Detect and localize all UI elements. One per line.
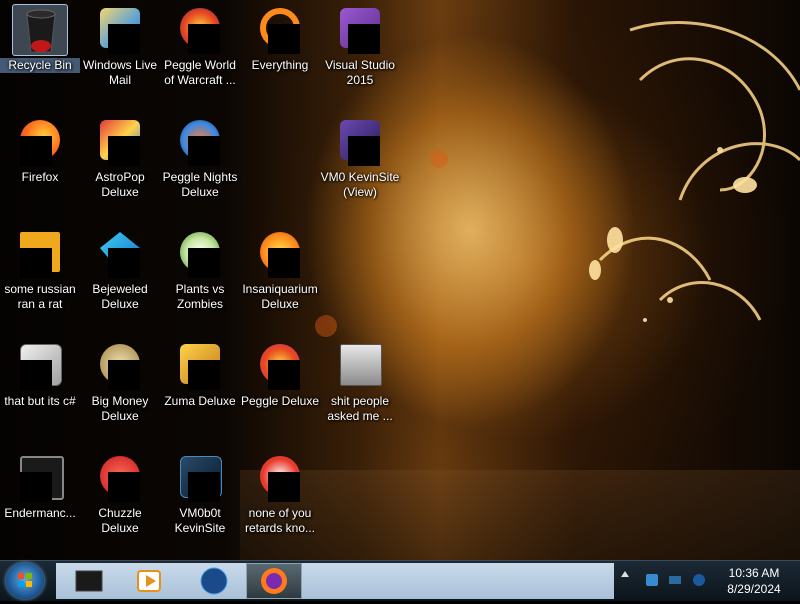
everything-search-icon xyxy=(252,4,308,56)
desktop-icon-peggle-wow[interactable]: Peggle World of Warcraft ... xyxy=(160,0,240,108)
folder-icon xyxy=(332,340,388,392)
desktop-icon-bejeweled[interactable]: Bejeweled Deluxe xyxy=(80,224,160,332)
desktop-icon-label: Chuzzle Deluxe xyxy=(98,506,142,535)
desktop-icon-recycle-bin[interactable]: Recycle Bin xyxy=(0,0,80,108)
chuzzle-icon xyxy=(92,452,148,504)
desktop-icon-peggle[interactable]: Peggle Deluxe xyxy=(240,336,320,444)
globe-icon xyxy=(200,567,228,595)
terminal-icon xyxy=(12,452,68,504)
taskbar-button-recycle-bin[interactable] xyxy=(62,563,118,599)
desktop-icon-label: Big Money Deluxe xyxy=(91,394,149,423)
bejeweled-icon xyxy=(92,228,148,280)
desktop-icon-firefox[interactable]: Firefox xyxy=(0,112,80,220)
desktop-icon-label: Peggle World of Warcraft ... xyxy=(164,58,236,87)
desktop-icon-big-money[interactable]: Big Money Deluxe xyxy=(80,336,160,444)
desktop-icon-label: Insaniquarium Deluxe xyxy=(242,282,318,311)
desktop-icon-label: VM0b0t KevinSite xyxy=(174,506,226,535)
vm-shortcut-icon xyxy=(172,452,228,504)
peggle-wow-icon xyxy=(172,4,228,56)
network-icon[interactable] xyxy=(668,573,682,587)
clock-time: 10:36 AM xyxy=(728,566,780,580)
recycle-bin-taskbar-icon xyxy=(75,570,103,592)
recycle-bin-icon xyxy=(12,4,68,56)
desktop-icon-label: Windows Live Mail xyxy=(82,58,158,87)
desktop-icon-astropop[interactable]: AstroPop Deluxe xyxy=(80,112,160,220)
visual-studio-file-icon xyxy=(332,116,388,168)
taskbar-button-media-player[interactable] xyxy=(122,563,178,599)
show-hidden-icons-arrow-icon[interactable] xyxy=(621,571,629,577)
desktop-icon-label: Visual Studio 2015 xyxy=(325,58,395,87)
desktop-icon-none-of-you[interactable]: none of you retards kno... xyxy=(240,448,320,556)
windows-live-mail-icon xyxy=(92,4,148,56)
desktop-icon-label: Firefox xyxy=(21,170,59,184)
firefox-taskbar-icon xyxy=(261,568,287,594)
taskbar-button-globe[interactable] xyxy=(186,563,242,599)
desktop-icon-label: AstroPop Deluxe xyxy=(95,170,145,199)
desktop-icon-shit-people[interactable]: shit people asked me ... xyxy=(320,336,400,444)
desktop-icon-label: VM0 KevinSite (View) xyxy=(320,170,400,199)
desktop-icon-endermanc[interactable]: Endermanc... xyxy=(0,448,80,556)
desktop-icon-label: Peggle Nights Deluxe xyxy=(162,170,238,199)
taskbar-button-firefox[interactable] xyxy=(246,563,302,599)
taskbar: 10:36 AM 8/29/2024 xyxy=(0,560,800,601)
desktop-icon-label: shit people asked me ... xyxy=(327,394,393,423)
volume-icon[interactable] xyxy=(692,573,706,587)
desktop-icon-label: that but its c# xyxy=(4,394,76,408)
desktop-icon-insaniquarium[interactable]: Insaniquarium Deluxe xyxy=(240,224,320,332)
desktop-icon-that-but-csharp[interactable]: that but its c# xyxy=(0,336,80,444)
desktop-icon-windows-live-mail[interactable]: Windows Live Mail xyxy=(80,0,160,108)
peggle-icon xyxy=(252,340,308,392)
desktop-icon-peggle-nights[interactable]: Peggle Nights Deluxe xyxy=(160,112,240,220)
zuma-icon xyxy=(172,340,228,392)
app-icon xyxy=(252,452,308,504)
desktop-icon-chuzzle[interactable]: Chuzzle Deluxe xyxy=(80,448,160,556)
java-file-icon xyxy=(12,228,68,280)
desktop-icon-zuma[interactable]: Zuma Deluxe xyxy=(160,336,240,444)
desktop-icon-label: none of you retards kno... xyxy=(244,506,316,535)
desktop-icon-label: Endermanc... xyxy=(4,506,76,520)
wallpaper-bokeh xyxy=(430,150,448,168)
tray-app-icon[interactable] xyxy=(645,573,659,587)
wallpaper-swirls xyxy=(589,21,800,322)
peggle-nights-icon xyxy=(172,116,228,168)
windows-start-icon xyxy=(18,573,32,587)
big-money-icon xyxy=(92,340,148,392)
folder-stack-icon xyxy=(12,340,68,392)
taskbar-clock[interactable]: 10:36 AM 8/29/2024 xyxy=(712,565,796,597)
desktop-icon-everything[interactable]: Everything xyxy=(240,0,320,108)
desktop-icon-label: Zuma Deluxe xyxy=(164,394,236,408)
desktop-icon-label: some russian ran a rat xyxy=(4,282,76,311)
desktop-icon-label: Everything xyxy=(251,58,309,72)
desktop-icon-plants-vs-zombies[interactable]: Plants vs Zombies xyxy=(160,224,240,332)
wallpaper-floor xyxy=(240,470,800,560)
desktop-icon-vm0-kevinsite-view[interactable]: VM0 KevinSite (View) xyxy=(320,112,400,220)
desktop-icon-label: Bejeweled Deluxe xyxy=(92,282,148,311)
clock-date: 8/29/2024 xyxy=(727,582,781,596)
astropop-icon xyxy=(92,116,148,168)
start-button[interactable] xyxy=(6,563,44,599)
desktop-icon-some-russian[interactable]: some russian ran a rat xyxy=(0,224,80,332)
desktop-icon-label: Recycle Bin xyxy=(0,58,80,73)
plants-vs-zombies-icon xyxy=(172,228,228,280)
insaniquarium-icon xyxy=(252,228,308,280)
firefox-icon xyxy=(12,116,68,168)
visual-studio-icon xyxy=(332,4,388,56)
media-player-icon xyxy=(137,570,161,592)
desktop-icon-vm0b0t-kevinsite[interactable]: VM0b0t KevinSite xyxy=(160,448,240,556)
desktop-icon-visual-studio[interactable]: Visual Studio 2015 xyxy=(320,0,400,108)
desktop-icon-label: Peggle Deluxe xyxy=(240,394,320,408)
desktop-icon-label: Plants vs Zombies xyxy=(175,282,225,311)
